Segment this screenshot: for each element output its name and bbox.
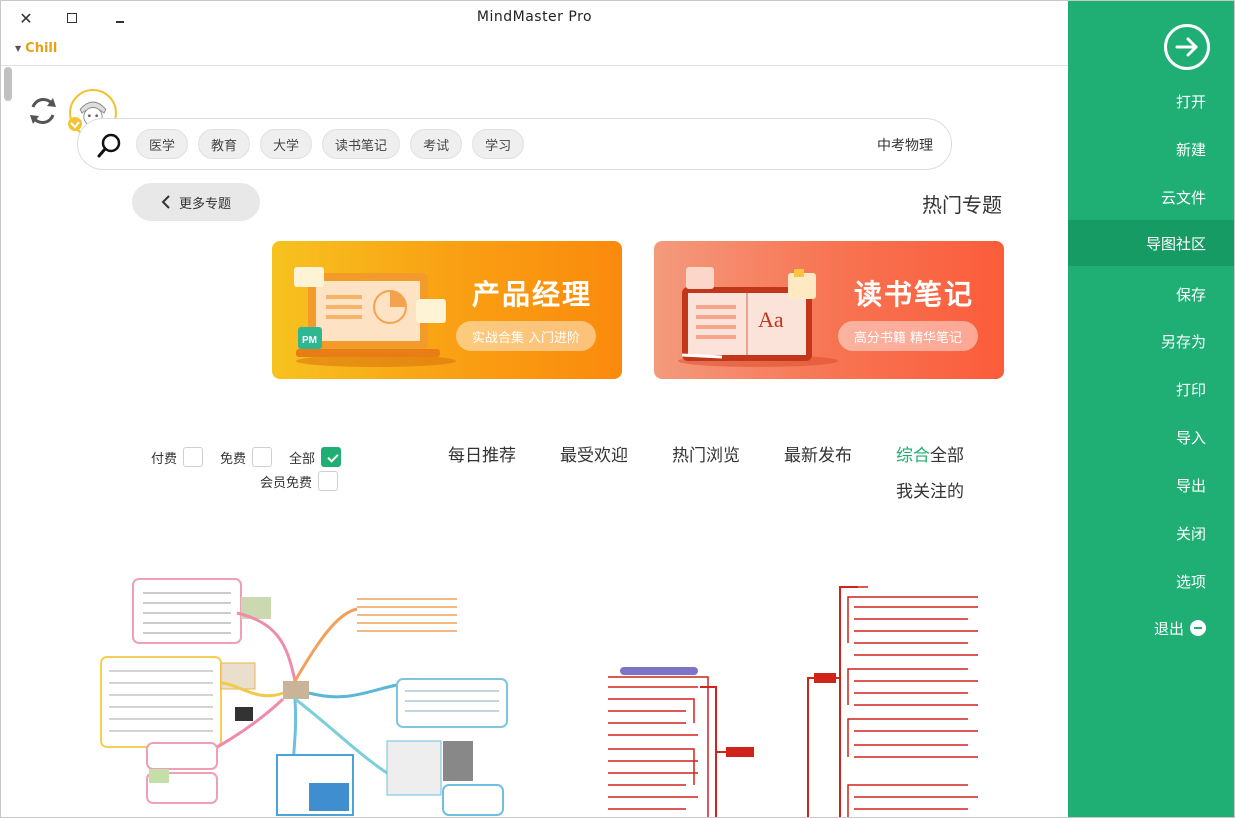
mindmap-card[interactable]: [568, 573, 1008, 817]
checkbox[interactable]: [252, 447, 273, 467]
category-tabs: 全部 综合 最新发布 热门浏览 最受欢迎 每日推荐: [404, 441, 964, 466]
sidebar-item-label: 另存为: [1160, 332, 1206, 351]
banner-subtitle: 高分书籍 精华笔记: [837, 321, 978, 351]
maximize-window-button[interactable]: [57, 5, 87, 31]
mindmap-thumbnail: [100, 578, 508, 816]
sidebar-item-save[interactable]: 保存: [1068, 271, 1234, 317]
sidebar-item-cloud-files[interactable]: 云文件: [1068, 174, 1234, 220]
sidebar-item-print[interactable]: 打印: [1068, 366, 1234, 412]
checkbox[interactable]: [318, 471, 339, 491]
vertical-scrollbar[interactable]: [4, 67, 12, 815]
sidebar-item-save-as[interactable]: 另存为: [1068, 318, 1234, 364]
tab-all[interactable]: 全部: [930, 441, 964, 466]
checkbox-checked[interactable]: [321, 447, 342, 467]
sidebar-item-label: 导图社区: [1145, 234, 1206, 253]
sidebar-item-label: 选项: [1175, 572, 1206, 591]
hot-topics-title: 热门专题: [922, 193, 1002, 217]
filter-member-free-label: 会员免费: [260, 475, 313, 491]
sidebar-item-import[interactable]: 导入: [1068, 414, 1234, 460]
banner-reading-notes[interactable]: Aa 读书笔记 高分书籍 精华笔记: [654, 241, 1004, 379]
filter-free-label: 免费: [220, 451, 247, 467]
laptop-illustration-icon: PM: [294, 267, 456, 367]
search-tag[interactable]: 读书笔记: [322, 129, 401, 159]
filter-member-free[interactable]: 会员免费: [260, 471, 339, 491]
user-name: Chill: [25, 41, 58, 56]
sidebar-item-open[interactable]: 打开: [1068, 78, 1234, 124]
search-input[interactable]: [733, 133, 933, 157]
sidebar-item-label: 打印: [1175, 380, 1206, 399]
sidebar-item-options[interactable]: 选项: [1068, 558, 1234, 604]
filter-all[interactable]: 全部: [289, 447, 342, 467]
tab-popular-views[interactable]: 热门浏览: [672, 441, 740, 466]
divider: [1, 65, 1068, 66]
search-bar: 学习 考试 读书笔记 大学 教育 医学: [77, 118, 952, 170]
book-illustration-icon: Aa: [678, 267, 838, 367]
maximize-icon: [67, 13, 77, 23]
banner-subtitle: 实战合集 入门进阶: [455, 321, 596, 351]
mindmap-card[interactable]: [87, 573, 525, 817]
tab-most-liked[interactable]: 最受欢迎: [560, 441, 628, 466]
refresh-icon[interactable]: [25, 93, 61, 129]
search-tag[interactable]: 医学: [136, 129, 189, 159]
filter-paid[interactable]: 付费: [151, 447, 204, 467]
sidebar-item-exit[interactable]: 退出: [1068, 605, 1234, 651]
banner-art-text: PM: [302, 335, 317, 346]
filter-paid-label: 付费: [151, 451, 178, 467]
banner-title: 读书笔记: [853, 278, 974, 311]
search-tag[interactable]: 教育: [198, 129, 251, 159]
more-topics-label: 更多专题: [178, 196, 231, 212]
arrow-right-circle-icon: [1175, 37, 1198, 57]
sidebar-item-close[interactable]: 关闭: [1068, 510, 1234, 556]
filter-free[interactable]: 免费: [220, 447, 273, 467]
user-menu[interactable]: ▼ Chill: [15, 41, 57, 56]
sidebar-item-label: 保存: [1175, 285, 1206, 304]
search-tag[interactable]: 考试: [410, 129, 463, 159]
minimize-window-button[interactable]: [105, 5, 135, 31]
scrollbar-thumb[interactable]: [4, 67, 12, 101]
search-icon[interactable]: [96, 131, 124, 159]
sidebar-item-label: 关闭: [1175, 524, 1206, 543]
mindmap-thumbnail: [608, 586, 978, 817]
back-button[interactable]: [1164, 24, 1210, 70]
title-bar: MindMaster Pro ✕: [1, 1, 1068, 37]
sidebar-item-label: 退出: [1153, 619, 1184, 638]
sidebar-item-new[interactable]: 新建: [1068, 126, 1234, 172]
app-window: MindMaster Pro ✕ ▼ Chill 学习 考试 读书笔记 大学 教…: [0, 0, 1235, 818]
close-window-button[interactable]: ✕: [11, 5, 41, 31]
banner-art-text: Aa: [758, 307, 784, 332]
tab-daily-recommend[interactable]: 每日推荐: [448, 441, 516, 466]
filter-all-label: 全部: [289, 451, 316, 467]
sidebar-item-label: 导出: [1175, 476, 1206, 495]
tab-comprehensive[interactable]: 综合: [896, 441, 930, 466]
window-title: MindMaster Pro: [476, 9, 593, 25]
tab-latest[interactable]: 最新发布: [784, 441, 852, 466]
checkbox[interactable]: [183, 447, 204, 467]
sidebar-item-label: 打开: [1175, 92, 1206, 111]
banner-title: 产品经理: [471, 278, 592, 311]
minimize-icon: [116, 21, 124, 23]
search-tag-list: 学习 考试 读书笔记 大学 教育 医学: [136, 129, 525, 159]
sidebar-item-export[interactable]: 导出: [1068, 462, 1234, 508]
sidebar: 打开 新建 云文件 导图社区 保存 另存为 打印 导入 导出 关闭 选项 退出: [1068, 1, 1234, 817]
more-topics-button[interactable]: 更多专题: [132, 183, 260, 221]
sidebar-item-community[interactable]: 导图社区: [1068, 220, 1234, 266]
search-tag[interactable]: 大学: [260, 129, 313, 159]
sidebar-item-label: 导入: [1175, 428, 1206, 447]
sidebar-item-label: 新建: [1175, 140, 1206, 159]
caret-down-icon: ▼: [15, 44, 22, 53]
banner-product-manager[interactable]: PM 产品经理 实战合集 入门进阶: [272, 241, 622, 379]
sidebar-item-label: 云文件: [1160, 188, 1206, 207]
search-tag[interactable]: 学习: [472, 129, 525, 159]
chevron-left-icon: [161, 195, 170, 209]
tab-following[interactable]: 我关注的: [896, 477, 964, 502]
minus-circle-icon: [1190, 620, 1206, 636]
close-icon: ✕: [19, 8, 33, 28]
